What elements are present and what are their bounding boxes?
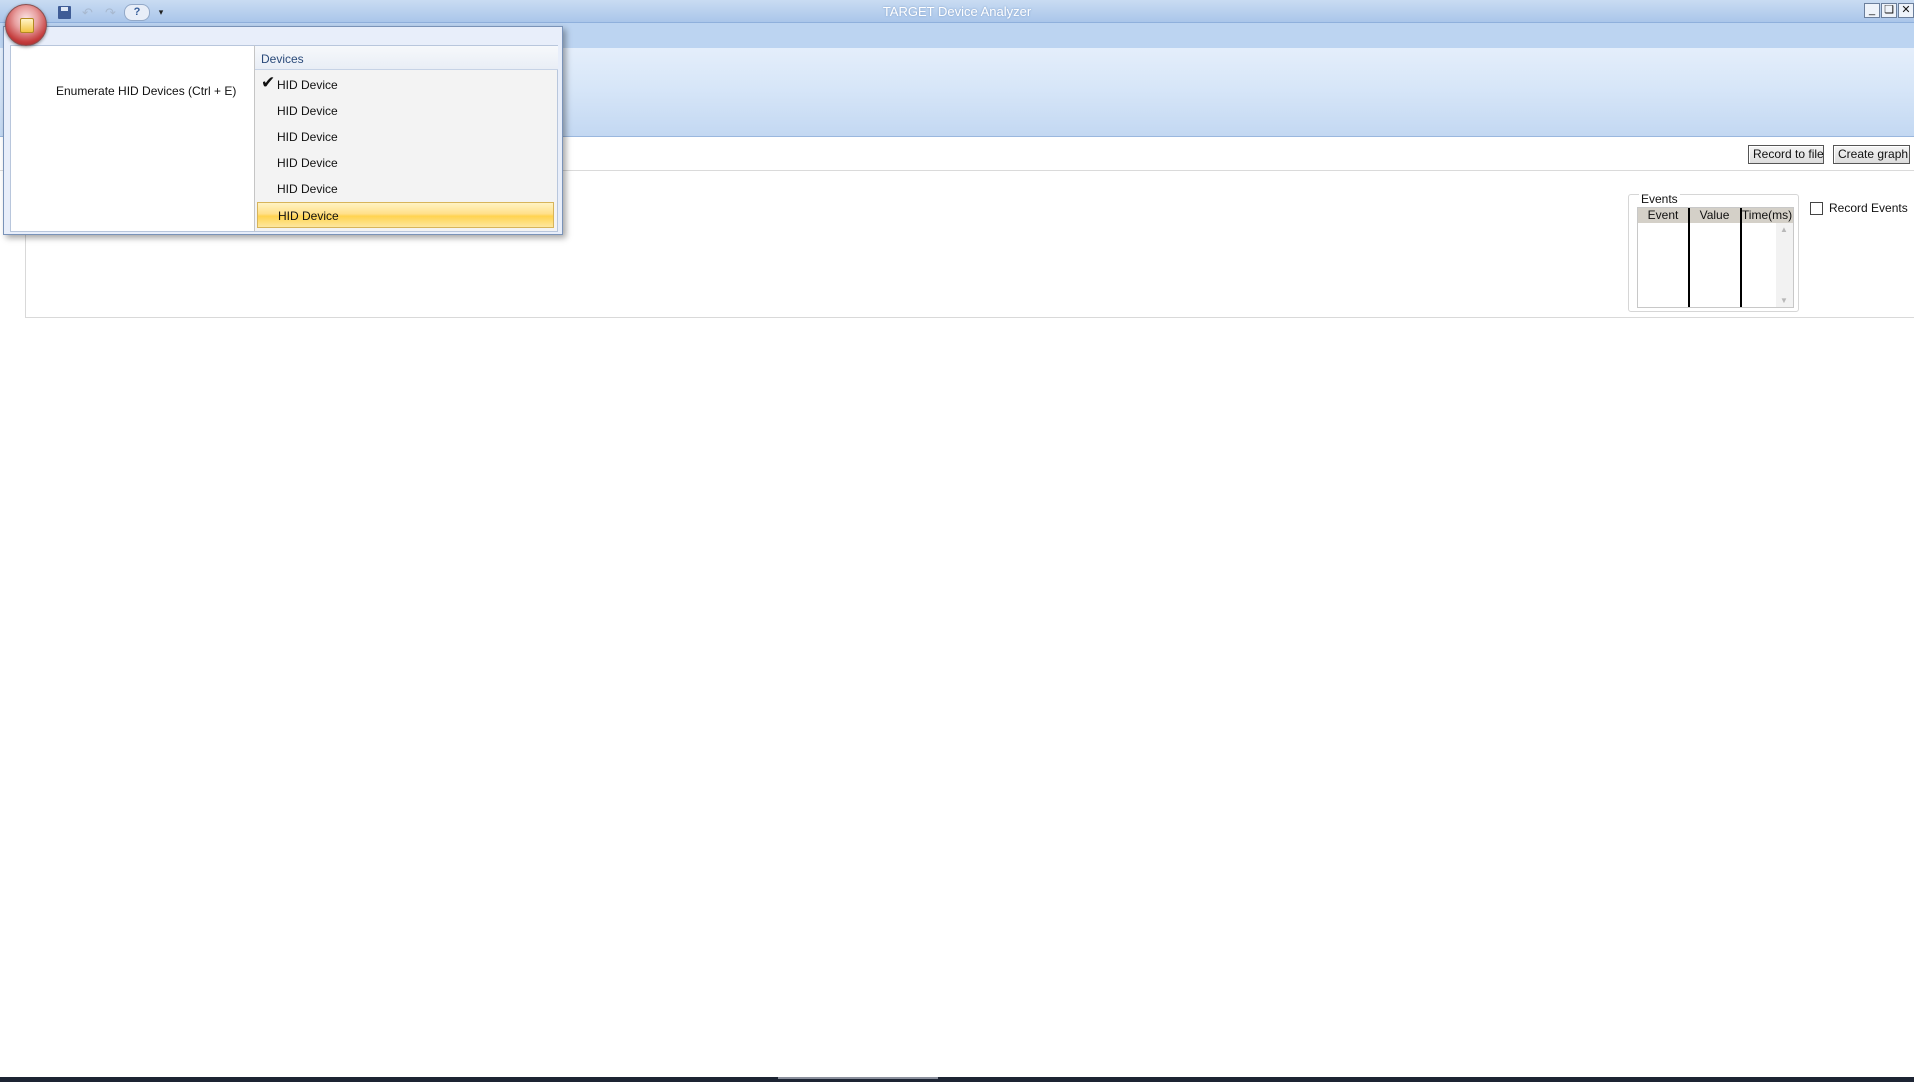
events-table-header: Event Value Time(ms) (1638, 208, 1793, 223)
enumerate-hid-devices-command[interactable]: Enumerate HID Devices (Ctrl + E) (56, 84, 236, 98)
title-bar: TARGET Device Analyzer ↶ ↷ ? ▾ _ ❏ ✕ (0, 0, 1914, 23)
scroll-up-icon[interactable]: ▲ (1780, 225, 1788, 234)
events-group-label: Events (1639, 192, 1680, 206)
device-list: ✔ HID Device HID Device HID Device HID D… (257, 72, 554, 228)
application-menu-button[interactable] (5, 4, 47, 46)
device-label: HID Device (277, 182, 338, 196)
redo-icon[interactable]: ↷ (101, 4, 120, 21)
check-icon: ✔ (261, 73, 276, 92)
device-item-highlighted[interactable]: HID Device (257, 202, 554, 228)
device-item[interactable]: HID Device (257, 150, 554, 176)
quick-access-toolbar: ↶ ↷ ? ▾ (55, 3, 168, 21)
record-events-option[interactable]: Record Events (1810, 201, 1908, 215)
help-icon[interactable]: ? (124, 3, 150, 21)
events-scrollbar[interactable]: ▲ ▼ (1776, 223, 1793, 307)
minimize-button[interactable]: _ (1864, 3, 1880, 18)
column-header-event[interactable]: Event (1638, 208, 1689, 223)
device-label: HID Device (277, 78, 338, 92)
device-label: HID Device (277, 130, 338, 144)
window-title: TARGET Device Analyzer (882, 4, 1032, 19)
device-label: HID Device (277, 104, 338, 118)
record-events-label: Record Events (1829, 201, 1908, 215)
undo-icon[interactable]: ↶ (78, 4, 97, 21)
record-events-checkbox[interactable] (1810, 201, 1823, 215)
device-label: HID Device (278, 209, 339, 223)
device-item[interactable]: ✔ HID Device (257, 72, 554, 98)
device-item[interactable]: HID Device (257, 98, 554, 124)
devices-title: Devices (261, 52, 304, 66)
save-icon[interactable] (55, 4, 74, 21)
create-graph-button[interactable]: Create graph (1833, 145, 1910, 164)
record-to-file-button[interactable]: Record to file (1748, 145, 1824, 164)
device-item[interactable]: HID Device (257, 124, 554, 150)
events-table[interactable]: Event Value Time(ms) ▲ ▼ (1637, 207, 1794, 308)
restore-button[interactable]: ❏ (1881, 3, 1897, 18)
device-item[interactable]: HID Device (257, 176, 554, 202)
application-menu: Enumerate HID Devices (Ctrl + E) Devices… (3, 26, 563, 235)
close-button[interactable]: ✕ (1898, 3, 1914, 18)
device-label: HID Device (277, 156, 338, 170)
column-divider (1688, 208, 1690, 307)
scroll-down-icon[interactable]: ▼ (1780, 296, 1788, 305)
column-divider (1740, 208, 1742, 307)
application-orb-icon (20, 18, 34, 33)
taskbar-strip (0, 1077, 1914, 1082)
column-header-time[interactable]: Time(ms) (1741, 208, 1793, 223)
taskbar-indicator (778, 1077, 938, 1079)
customize-toolbar-button[interactable]: ▾ (154, 7, 168, 18)
application-menu-commands: Enumerate HID Devices (Ctrl + E) (10, 45, 255, 232)
devices-header: Devices (255, 46, 558, 70)
window-controls: _ ❏ ✕ (1864, 3, 1914, 18)
column-header-value[interactable]: Value (1689, 208, 1741, 223)
devices-panel: Devices ✔ HID Device HID Device HID Devi… (255, 45, 558, 232)
